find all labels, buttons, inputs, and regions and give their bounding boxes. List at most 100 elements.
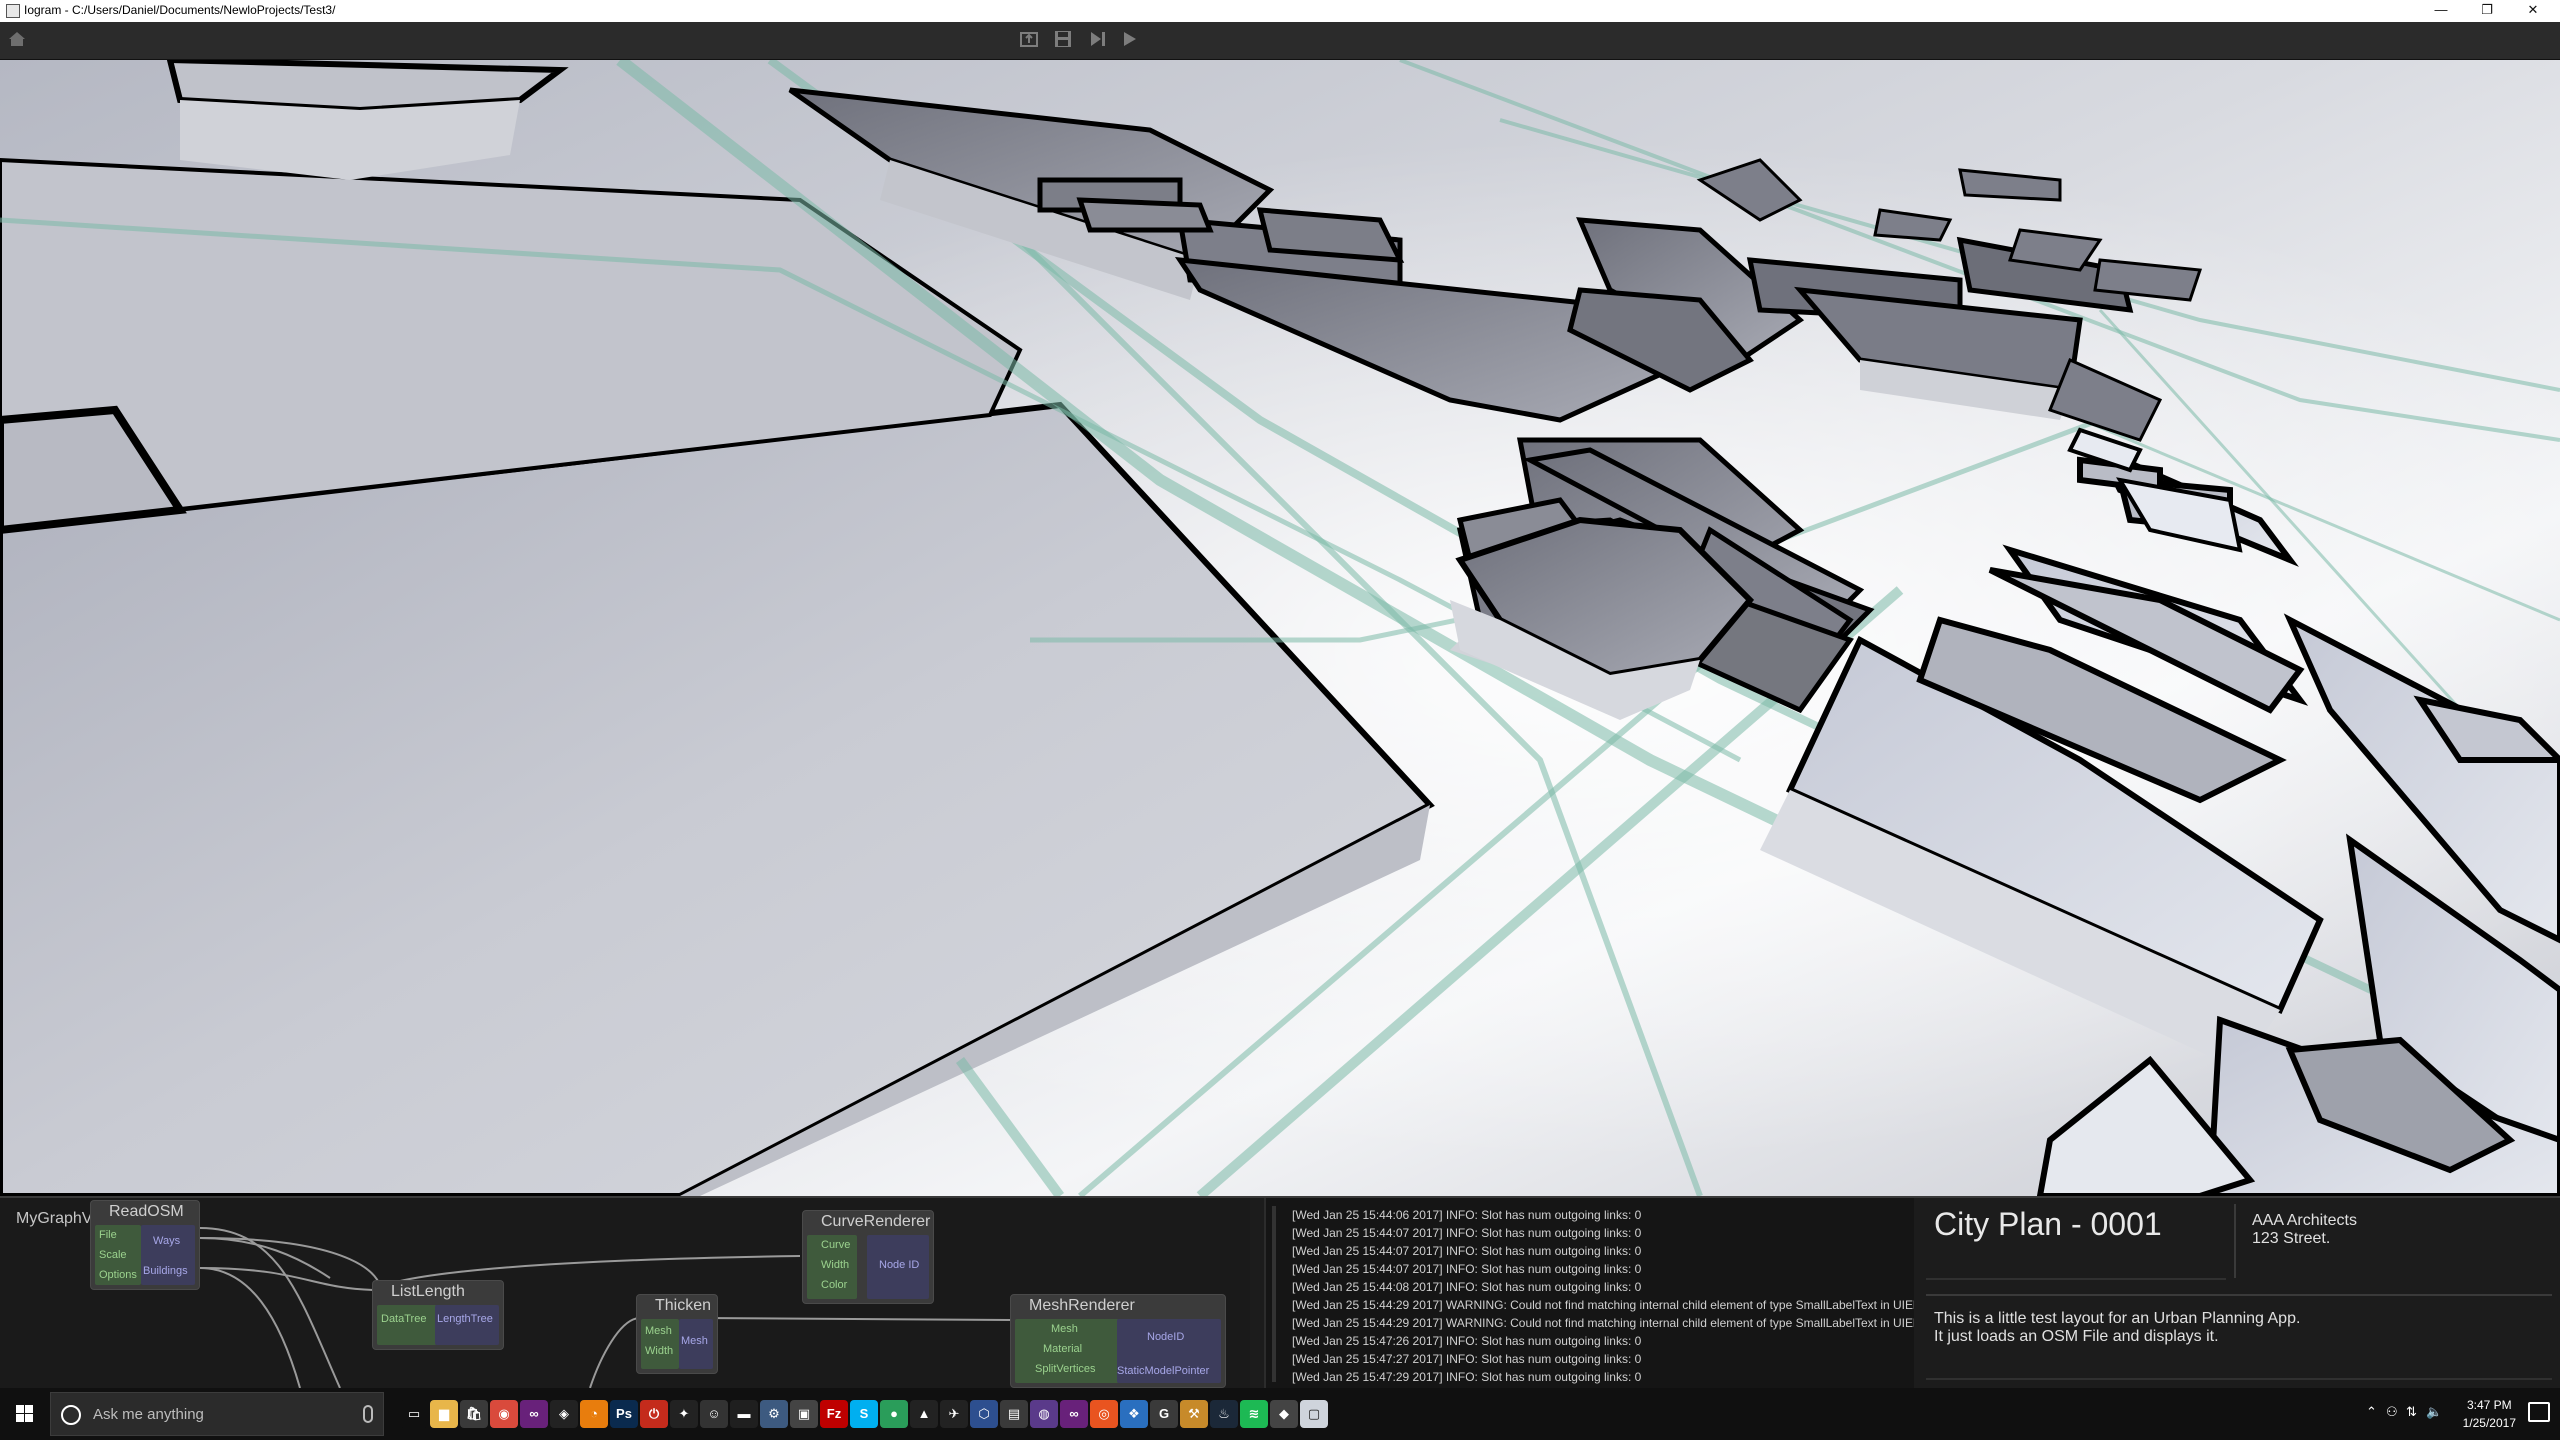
org-address: 123 Street. xyxy=(2252,1230,2331,1247)
photoshop-icon[interactable]: Ps xyxy=(610,1400,638,1428)
node-title: ListLength xyxy=(391,1283,465,1300)
node-inputs: Mesh Material SplitVertices xyxy=(1015,1319,1119,1383)
input-slot[interactable]: Material xyxy=(1043,1343,1082,1355)
input-slot[interactable]: DataTree xyxy=(381,1313,426,1325)
close-button[interactable]: ✕ xyxy=(2510,0,2556,22)
export-icon[interactable] xyxy=(1016,28,1042,54)
log-line: [Wed Jan 25 15:44:29 2017] WARNING: Coul… xyxy=(1292,1298,1914,1312)
action-center-icon[interactable] xyxy=(2528,1402,2550,1422)
input-slot[interactable]: Width xyxy=(821,1259,849,1271)
save-icon[interactable] xyxy=(1050,28,1076,54)
tray-chevron-icon[interactable]: ⌃ xyxy=(2366,1404,2377,1420)
log-scrollbar[interactable] xyxy=(1272,1206,1276,1382)
power-icon[interactable]: ⏻ xyxy=(640,1400,668,1428)
search-box[interactable]: Ask me anything xyxy=(50,1392,384,1436)
store-icon[interactable]: 🛍 xyxy=(460,1400,488,1428)
network-icon[interactable]: ⚇ xyxy=(2386,1404,2398,1420)
node-listlength[interactable]: ListLength DataTree LengthTree xyxy=(372,1280,504,1350)
inkscape-icon[interactable]: ▲ xyxy=(910,1400,938,1428)
input-slot[interactable]: Mesh xyxy=(1051,1323,1078,1335)
log-line: [Wed Jan 25 15:44:07 2017] INFO: Slot ha… xyxy=(1292,1244,1642,1258)
node-outputs: LengthTree xyxy=(435,1305,499,1345)
node-curverenderer[interactable]: CurveRenderer Curve Width Color Node ID xyxy=(802,1210,934,1304)
output-slot[interactable]: Ways xyxy=(153,1235,180,1247)
input-slot[interactable]: Scale xyxy=(99,1249,127,1261)
node-inputs: File Scale Options xyxy=(95,1225,141,1285)
node-title: MeshRenderer xyxy=(1029,1297,1135,1314)
output-slot[interactable]: LengthTree xyxy=(437,1313,493,1325)
divider xyxy=(2234,1204,2236,1278)
microphone-icon[interactable] xyxy=(363,1405,373,1423)
app-icon-22[interactable]: ◍ xyxy=(1030,1400,1058,1428)
skype-icon[interactable]: S xyxy=(850,1400,878,1428)
output-slot[interactable]: Buildings xyxy=(143,1265,188,1277)
visual-studio-2-icon[interactable]: ∞ xyxy=(1060,1400,1088,1428)
app-icon-19[interactable]: ✈ xyxy=(940,1400,968,1428)
3d-viewport[interactable] xyxy=(0,60,2560,1196)
app-icon-25[interactable]: ❖ xyxy=(1120,1400,1148,1428)
log-line: [Wed Jan 25 15:44:06 2017] INFO: Slot ha… xyxy=(1292,1208,1642,1222)
log-line: [Wed Jan 25 15:47:26 2017] INFO: Slot ha… xyxy=(1292,1334,1642,1348)
app-icon-14[interactable]: ▣ xyxy=(790,1400,818,1428)
organization-info: AAA Architects 123 Street. xyxy=(2252,1212,2357,1248)
volume-icon[interactable]: 🔈 xyxy=(2426,1404,2442,1420)
minimize-button[interactable]: — xyxy=(2418,0,2464,22)
sync-icon[interactable]: ⇅ xyxy=(2406,1404,2417,1420)
input-slot[interactable]: Width xyxy=(645,1345,673,1357)
app-icon-11[interactable]: ☺ xyxy=(700,1400,728,1428)
app-icon-30[interactable]: ◆ xyxy=(1270,1400,1298,1428)
input-slot[interactable]: Curve xyxy=(821,1239,850,1251)
clock[interactable]: 3:47 PM 1/25/2017 xyxy=(2463,1396,2516,1432)
iogram-icon[interactable]: ▢ xyxy=(1300,1400,1328,1428)
node-readosm[interactable]: ReadOSM File Scale Options Ways Building… xyxy=(90,1200,200,1290)
terminal-icon[interactable]: ▬ xyxy=(730,1400,758,1428)
search-placeholder: Ask me anything xyxy=(93,1406,204,1423)
steam-icon[interactable]: ♨ xyxy=(1210,1400,1238,1428)
system-tray: ⌃ ⚇ ⇅ 🔈 3:47 PM 1/25/2017 xyxy=(2360,1388,2560,1440)
node-thicken[interactable]: Thicken Mesh Width Mesh xyxy=(636,1294,718,1374)
log-line: [Wed Jan 25 15:47:29 2017] INFO: Slot ha… xyxy=(1292,1370,1642,1384)
node-inputs: Curve Width Color xyxy=(807,1235,857,1299)
filezilla-icon[interactable]: Fz xyxy=(820,1400,848,1428)
info-panel: City Plan - 0001 AAA Architects 123 Stre… xyxy=(1918,1198,2560,1388)
task-view-icon[interactable]: ▭ xyxy=(400,1400,428,1428)
blender-icon[interactable]: ◔ xyxy=(580,1400,608,1428)
input-slot[interactable]: Options xyxy=(99,1269,137,1281)
input-slot[interactable]: SplitVertices xyxy=(1035,1363,1096,1375)
home-icon[interactable] xyxy=(4,28,30,54)
app-icon-17[interactable]: ● xyxy=(880,1400,908,1428)
app-icon-20[interactable]: ⬡ xyxy=(970,1400,998,1428)
file-explorer-icon[interactable]: ▆ xyxy=(430,1400,458,1428)
node-outputs: Mesh xyxy=(679,1319,713,1369)
input-slot[interactable]: Mesh xyxy=(645,1325,672,1337)
app-icon-27[interactable]: ⚒ xyxy=(1180,1400,1208,1428)
output-slot[interactable]: NodeID xyxy=(1147,1331,1184,1343)
node-inputs: DataTree xyxy=(377,1305,437,1345)
unity-icon[interactable]: ◈ xyxy=(550,1400,578,1428)
log-panel[interactable]: [Wed Jan 25 15:44:06 2017] INFO: Slot ha… xyxy=(1264,1198,1914,1388)
window-title: Iogram - C:/Users/Daniel/Documents/Newlo… xyxy=(24,3,336,17)
graph-view[interactable]: MyGraphView ReadOSM File Scale Options W… xyxy=(0,1198,1250,1388)
output-slot[interactable]: Node ID xyxy=(879,1259,919,1271)
divider xyxy=(1926,1278,2226,1280)
app-icon-10[interactable]: ✦ xyxy=(670,1400,698,1428)
app-icon-13[interactable]: ⚙ xyxy=(760,1400,788,1428)
divider xyxy=(1926,1378,2552,1380)
input-slot[interactable]: Color xyxy=(821,1279,847,1291)
ubuntu-icon[interactable]: ◎ xyxy=(1090,1400,1118,1428)
output-slot[interactable]: Mesh xyxy=(681,1335,708,1347)
node-outputs: NodeID StaticModelPointer xyxy=(1117,1319,1221,1383)
restore-button[interactable]: ❐ xyxy=(2464,0,2510,22)
cortana-icon xyxy=(61,1405,81,1425)
node-meshrenderer[interactable]: MeshRenderer Mesh Material SplitVertices… xyxy=(1010,1294,1226,1388)
visual-studio-icon[interactable]: ∞ xyxy=(520,1400,548,1428)
step-forward-icon[interactable] xyxy=(1084,28,1110,54)
play-icon[interactable] xyxy=(1116,28,1142,54)
output-slot[interactable]: StaticModelPointer xyxy=(1117,1365,1209,1377)
spotify-icon[interactable]: ≋ xyxy=(1240,1400,1268,1428)
chrome-icon[interactable]: ◉ xyxy=(490,1400,518,1428)
app-icon-21[interactable]: ▤ xyxy=(1000,1400,1028,1428)
start-button[interactable] xyxy=(0,1388,48,1440)
input-slot[interactable]: File xyxy=(99,1229,117,1241)
app-icon-26[interactable]: G xyxy=(1150,1400,1178,1428)
